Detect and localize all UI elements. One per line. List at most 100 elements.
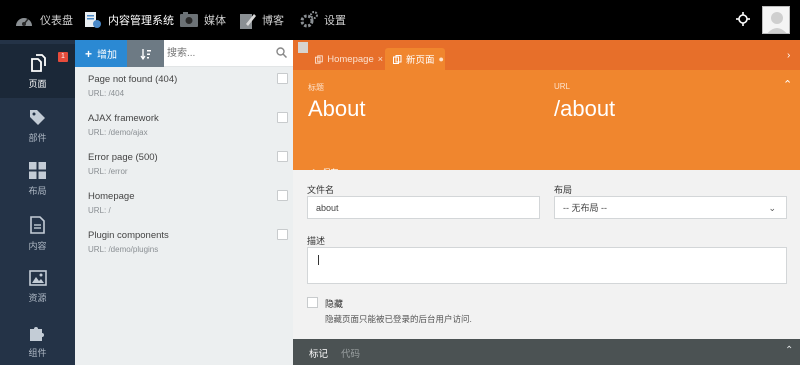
hidden-hint: 隐藏页面只能被已登录的后台用户访问. (325, 314, 472, 324)
page-list-item[interactable]: Error page (500) URL: /error (75, 145, 293, 184)
page-editor: Homepage × 新页面 ● › ⌃ 标题 About URL /about… (293, 40, 800, 365)
page-url: URL: /error (88, 167, 128, 176)
tab-markup[interactable]: 标记 (309, 346, 328, 360)
nav-dashboard[interactable]: 仪表盘 (14, 0, 73, 40)
avatar-silhouette-icon (763, 7, 789, 33)
preview-icon[interactable] (736, 12, 750, 26)
page-title: Page not found (404) (88, 74, 178, 85)
page-url: URL: /demo/plugins (88, 245, 159, 254)
tab-homepage-label: Homepage (327, 53, 374, 65)
settings-icon (300, 11, 318, 28)
expand-up-icon[interactable]: ⌃ (785, 345, 793, 356)
title-label: 标题 (308, 83, 324, 92)
page-select-checkbox[interactable] (277, 73, 288, 84)
nav-blog[interactable]: 博客 (240, 0, 284, 40)
filename-label: 文件名 (307, 185, 335, 195)
hidden-label: 隐藏 (325, 299, 344, 309)
description-textarea[interactable] (307, 247, 787, 284)
layout-select-value: -- 无布局 -- (563, 203, 607, 213)
sidenav-item-components[interactable]: 组件 (0, 314, 75, 365)
page-title: Homepage (88, 191, 135, 202)
sidenav-label-content: 内容 (28, 241, 47, 251)
collapse-up-icon[interactable]: ⌃ (783, 78, 792, 91)
layout-select[interactable]: -- 无布局 -- ⌄ (554, 196, 787, 219)
nav-cms-label: 内容管理系统 (108, 15, 174, 27)
sidenav-label-layouts: 布局 (28, 186, 47, 196)
page-select-checkbox[interactable] (277, 151, 288, 162)
blog-icon (240, 13, 256, 29)
page-tab-icon (393, 54, 402, 64)
page-list-item[interactable]: AJAX framework URL: /demo/ajax (75, 106, 293, 145)
side-nav: 页面 1 部件 布局 内容 资源 组件 (0, 40, 75, 365)
tabs-scroll-right-icon[interactable]: › (787, 50, 790, 61)
tab-homepage[interactable]: Homepage × (307, 48, 383, 70)
layout-label: 布局 (554, 185, 573, 195)
chevron-down-icon: ⌄ (768, 203, 776, 213)
tab-new-page[interactable]: 新页面 ● (385, 48, 445, 70)
settings-form: 文件名 about 布局 -- 无布局 -- ⌄ 描述 隐藏 隐藏页面只能被已登… (293, 170, 800, 339)
user-avatar[interactable] (762, 6, 790, 34)
plus-icon: + (84, 46, 92, 61)
page-list-toolbar: + 增加 (75, 40, 293, 67)
pages-icon (30, 54, 46, 72)
page-select-checkbox[interactable] (277, 229, 288, 240)
sidenav-item-layouts[interactable]: 布局 (0, 152, 75, 206)
page-title: AJAX framework (88, 113, 159, 124)
sidenav-label-components: 组件 (28, 348, 47, 358)
sidenav-label-assets: 资源 (28, 293, 47, 303)
sort-button[interactable] (127, 40, 164, 67)
content-icon (30, 216, 45, 234)
cms-icon (85, 12, 101, 28)
page-list-item[interactable]: Homepage URL: / (75, 184, 293, 223)
unsaved-dot-icon[interactable]: ● (439, 54, 444, 64)
page-list-item[interactable]: Page not found (404) URL: /404 (75, 67, 293, 106)
page-title: Error page (500) (88, 152, 158, 163)
sidenav-item-assets[interactable]: 资源 (0, 260, 75, 314)
page-list-item[interactable]: Plugin components URL: /demo/plugins (75, 223, 293, 262)
nav-media[interactable]: 媒体 (180, 0, 226, 40)
assets-icon (28, 270, 47, 286)
add-page-label: 增加 (97, 50, 117, 61)
sort-icon (140, 48, 151, 60)
sidenav-item-partials[interactable]: 部件 (0, 98, 75, 152)
page-url: URL: / (88, 206, 111, 215)
sidenav-label-pages: 页面 (28, 79, 47, 89)
sidenav-item-pages[interactable]: 页面 1 (0, 44, 75, 98)
search-icon[interactable] (276, 47, 287, 58)
top-navbar: 仪表盘 内容管理系统 媒体 博客 设置 (0, 0, 800, 40)
sidenav-item-content[interactable]: 内容 (0, 206, 75, 260)
tab-new-page-label: 新页面 (406, 55, 435, 66)
nav-blog-label: 博客 (262, 15, 284, 27)
page-tab-icon (315, 54, 323, 64)
page-search-input[interactable] (167, 44, 273, 63)
sidenav-label-partials: 部件 (28, 133, 47, 143)
title-input[interactable]: About (308, 96, 366, 122)
filename-input[interactable]: about (307, 196, 540, 219)
url-input[interactable]: /about (554, 96, 615, 122)
text-caret (318, 255, 319, 265)
nav-dashboard-label: 仪表盘 (40, 15, 73, 27)
page-url: URL: /demo/ajax (88, 128, 148, 137)
nav-settings[interactable]: 设置 (300, 0, 346, 40)
page-list-panel: + 增加 Page not found (404) URL: /404 AJAX… (75, 40, 293, 365)
url-label: URL (554, 82, 571, 91)
page-title: Plugin components (88, 230, 169, 241)
nav-cms[interactable]: 内容管理系统 (84, 0, 174, 40)
close-tab-icon[interactable]: × (378, 54, 383, 64)
pages-badge: 1 (58, 52, 68, 62)
hidden-checkbox[interactable] (307, 297, 318, 308)
editor-tab-strip: Homepage × 新页面 ● › (293, 40, 800, 70)
add-page-button[interactable]: + 增加 (75, 40, 127, 67)
media-icon (180, 12, 198, 27)
components-icon (30, 327, 44, 341)
page-select-checkbox[interactable] (277, 190, 288, 201)
code-editor-bar: 标记 代码 ⌃ (293, 339, 800, 365)
dashboard-icon (16, 18, 32, 26)
nav-media-label: 媒体 (204, 15, 226, 27)
page-select-checkbox[interactable] (277, 112, 288, 123)
nav-settings-label: 设置 (324, 15, 346, 27)
tab-code[interactable]: 代码 (341, 346, 360, 360)
layouts-icon (29, 162, 46, 179)
page-url: URL: /404 (88, 89, 125, 98)
description-label: 描述 (307, 236, 326, 246)
